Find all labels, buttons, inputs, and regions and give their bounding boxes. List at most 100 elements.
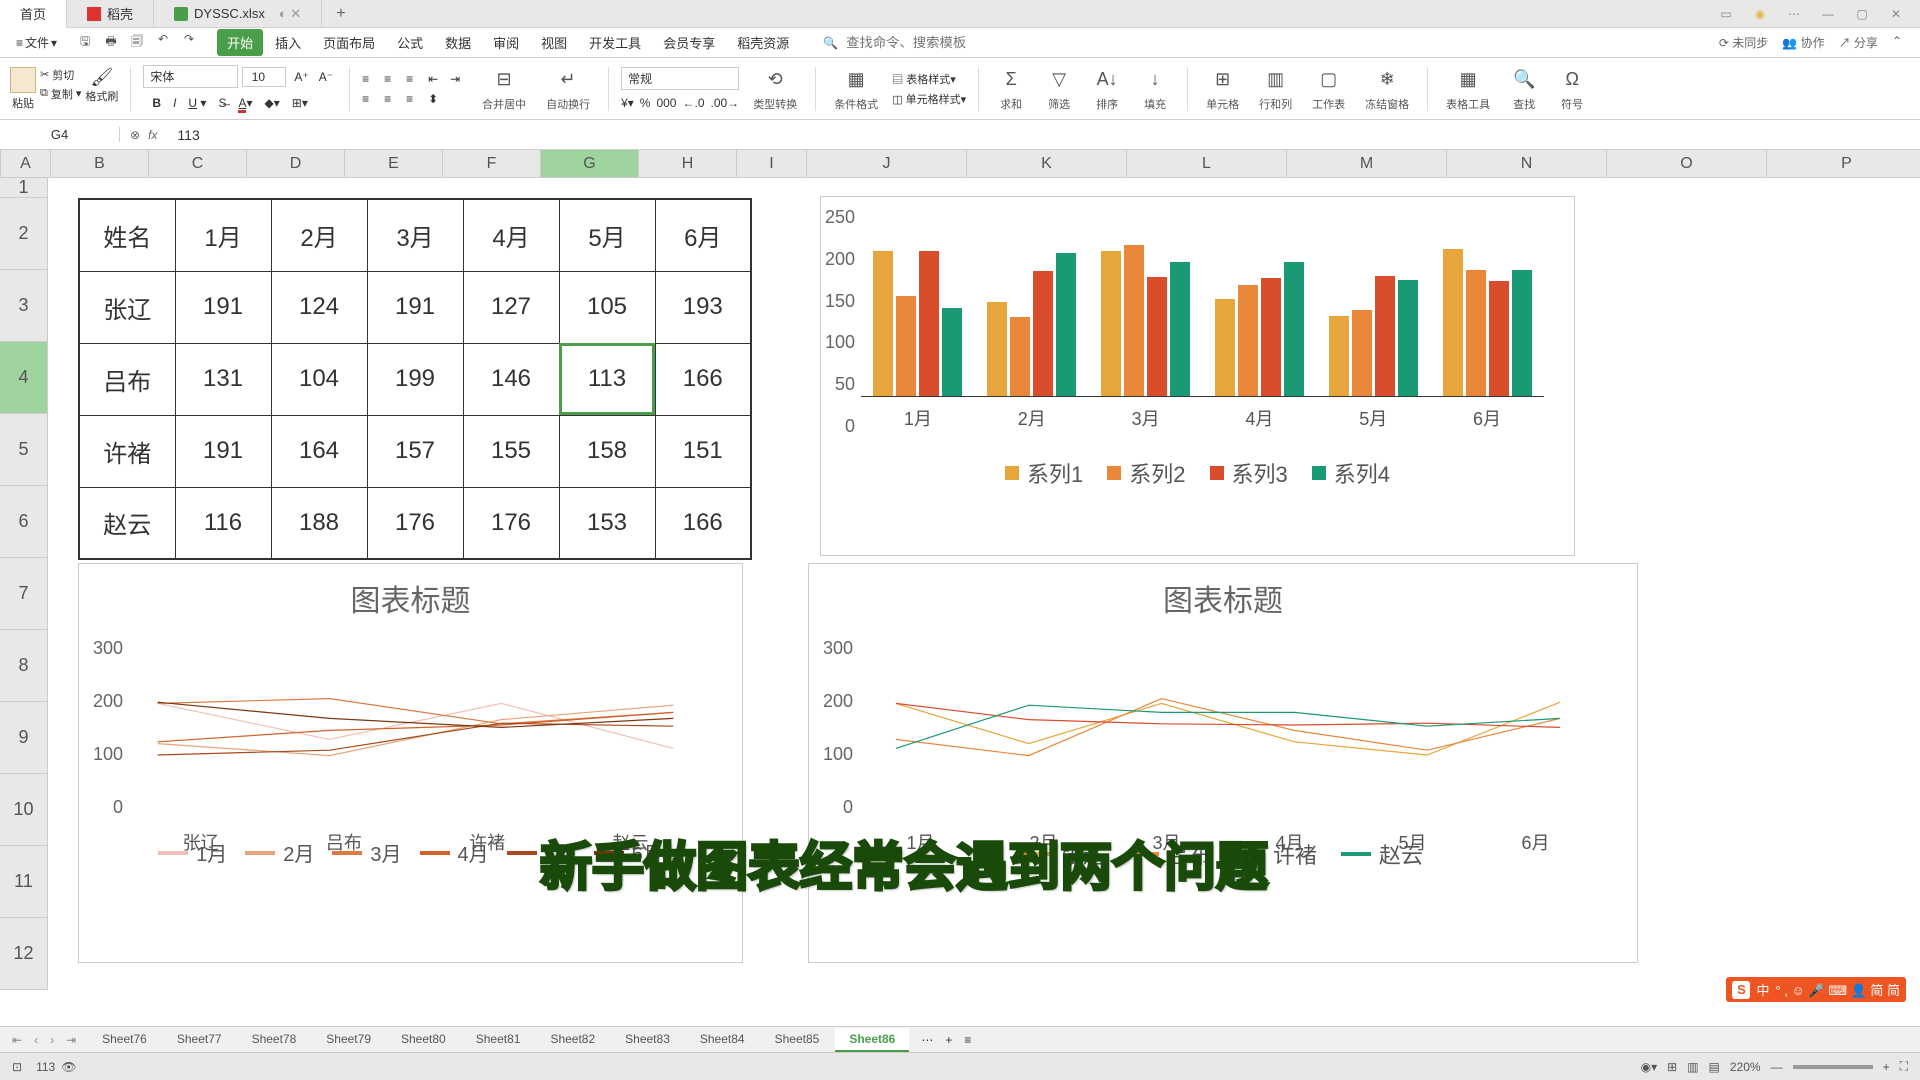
file-menu[interactable]: ≡ 文件 ▾ — [8, 32, 65, 53]
indent-inc[interactable]: ⇥ — [450, 72, 468, 86]
autowrap[interactable]: ↵自动换行 — [540, 66, 596, 112]
settings-icon[interactable]: ⋯ — [1784, 7, 1804, 21]
col-header[interactable]: G — [541, 150, 639, 177]
percent-icon[interactable]: % — [640, 96, 651, 110]
close-icon[interactable]: ◐ ✕ — [279, 6, 301, 22]
user-icon[interactable]: ◉ — [1750, 7, 1770, 21]
fill-button[interactable]: ↓填充 — [1135, 66, 1175, 112]
formula-value[interactable]: 113 — [167, 127, 209, 143]
col-header[interactable]: C — [149, 150, 247, 177]
row-header[interactable]: 8 — [0, 630, 48, 702]
col-header[interactable]: E — [345, 150, 443, 177]
sheet-first[interactable]: ⇤ — [12, 1033, 22, 1047]
border-button[interactable]: ⊞▾ — [289, 94, 311, 112]
sheet-tab[interactable]: Sheet81 — [462, 1028, 535, 1052]
sheet-tab[interactable]: Sheet85 — [761, 1028, 834, 1052]
row-header[interactable]: 3 — [0, 270, 48, 342]
decrease-font[interactable]: A⁻ — [315, 68, 337, 86]
col-header[interactable]: D — [247, 150, 345, 177]
fx-label[interactable]: fx — [148, 128, 157, 142]
name-box[interactable]: G4 — [0, 127, 120, 142]
cond-format[interactable]: ▦条件格式 — [828, 66, 884, 112]
share-button[interactable]: ↗ 分享 — [1839, 34, 1878, 51]
tab-data[interactable]: 数据 — [435, 29, 481, 56]
find-button[interactable]: 🔍查找 — [1504, 66, 1544, 112]
table-tools[interactable]: ▦表格工具 — [1440, 66, 1496, 112]
sheet-tab[interactable]: Sheet78 — [238, 1028, 311, 1052]
zoom-in[interactable]: + — [1883, 1060, 1890, 1074]
maximize-icon[interactable]: ▢ — [1852, 7, 1872, 21]
sheet-tab[interactable]: Sheet77 — [163, 1028, 236, 1052]
sort-button[interactable]: A↓排序 — [1087, 66, 1127, 112]
sheet-tab[interactable]: Sheet79 — [312, 1028, 385, 1052]
row-header[interactable]: 10 — [0, 774, 48, 846]
cell-style[interactable]: ◫ 单元格样式▾ — [892, 91, 966, 107]
tab-docker[interactable]: 稻壳 — [67, 0, 154, 28]
zoom-out[interactable]: — — [1771, 1060, 1783, 1074]
search-input[interactable] — [846, 35, 966, 50]
preview-icon[interactable]: 🗐 — [129, 32, 145, 53]
copy-button[interactable]: ⧉ 复制 ▾ — [40, 86, 81, 102]
tab-review[interactable]: 审阅 — [483, 29, 529, 56]
font-color[interactable]: A▾ — [235, 94, 255, 112]
freeze-button[interactable]: ❄冻结窗格 — [1359, 66, 1415, 112]
print-icon[interactable]: 🖶 — [103, 32, 119, 53]
tab-file[interactable]: DYSSC.xlsx◐ ✕ — [154, 0, 322, 28]
view-pagebreak[interactable]: ▥ — [1687, 1060, 1698, 1074]
ime-badge[interactable]: S 中 ° , ☺ 🎤 ⌨ 👤 简 简 — [1726, 977, 1906, 1002]
redo-icon[interactable]: ↷ — [181, 32, 197, 53]
save-icon[interactable]: 🖫 — [77, 32, 93, 53]
col-header[interactable]: J — [807, 150, 967, 177]
table-style[interactable]: ▤ 表格样式▾ — [892, 71, 966, 87]
col-header[interactable]: F — [443, 150, 541, 177]
tab-insert[interactable]: 插入 — [265, 29, 311, 56]
sheet-tab[interactable]: Sheet86 — [835, 1028, 909, 1052]
sheet-list[interactable]: ≡ — [964, 1033, 971, 1047]
col-header[interactable]: P — [1767, 150, 1920, 177]
cut-button[interactable]: ✂ 剪切 — [40, 67, 81, 83]
rowcol-button[interactable]: ▥行和列 — [1253, 66, 1298, 112]
highlight[interactable]: ◆▾ — [262, 94, 283, 112]
tab-resource[interactable]: 稻壳资源 — [727, 29, 799, 56]
format-painter[interactable]: 🖌格式刷 — [85, 67, 118, 111]
collapse-icon[interactable]: ⌃ — [1892, 34, 1902, 51]
sheet-tab[interactable]: Sheet80 — [387, 1028, 460, 1052]
col-header[interactable]: O — [1607, 150, 1767, 177]
row-header[interactable]: 5 — [0, 414, 48, 486]
new-tab-button[interactable]: + — [322, 5, 359, 23]
underline-button[interactable]: U ▾ — [185, 94, 209, 112]
row-header[interactable]: 12 — [0, 918, 48, 990]
tab-layout[interactable]: 页面布局 — [313, 29, 385, 56]
sheet-add[interactable]: + — [945, 1033, 952, 1047]
row-header[interactable]: 4 — [0, 342, 48, 414]
merge-center[interactable]: ⊟合并居中 — [476, 66, 532, 112]
strike-button[interactable]: S̶ — [215, 94, 229, 112]
line-chart-2[interactable]: 图表标题 3002001000 张辽吕布许褚赵云 1月2月3月4月5月6月 — [78, 563, 743, 963]
align-top[interactable]: ≡ — [362, 72, 380, 86]
sync-button[interactable]: ⟳ 未同步 — [1719, 34, 1768, 51]
col-header[interactable]: I — [737, 150, 807, 177]
undo-icon[interactable]: ↶ — [155, 32, 171, 53]
dec-dec[interactable]: .00→ — [711, 96, 740, 110]
align-center[interactable]: ≡ — [384, 92, 402, 106]
align-right[interactable]: ≡ — [406, 92, 424, 106]
tab-member[interactable]: 会员专享 — [653, 29, 725, 56]
size-select[interactable]: 10 — [242, 67, 286, 87]
indent-dec[interactable]: ⇤ — [428, 72, 446, 86]
align-middle[interactable]: ≡ — [384, 72, 402, 86]
sheet-tab[interactable]: Sheet83 — [611, 1028, 684, 1052]
col-header[interactable]: L — [1127, 150, 1287, 177]
sheet-menu[interactable]: ⋯ — [921, 1033, 933, 1047]
tab-dev[interactable]: 开发工具 — [579, 29, 651, 56]
cell-button[interactable]: ⊞单元格 — [1200, 66, 1245, 112]
tab-view[interactable]: 视图 — [531, 29, 577, 56]
sheet-prev[interactable]: ‹ — [34, 1033, 38, 1047]
close-icon[interactable]: ✕ — [1886, 7, 1906, 21]
paste-button[interactable]: 粘贴 — [10, 67, 36, 111]
sum-button[interactable]: Σ求和 — [991, 66, 1031, 112]
col-header[interactable]: N — [1447, 150, 1607, 177]
row-header[interactable]: 6 — [0, 486, 48, 558]
bar-chart[interactable]: 250200150100500 1月2月3月4月5月6月 系列1系列2系列3系列… — [820, 196, 1575, 556]
fx-cancel[interactable]: ⊗ — [130, 128, 140, 142]
tab-home[interactable]: 首页 — [0, 0, 67, 28]
